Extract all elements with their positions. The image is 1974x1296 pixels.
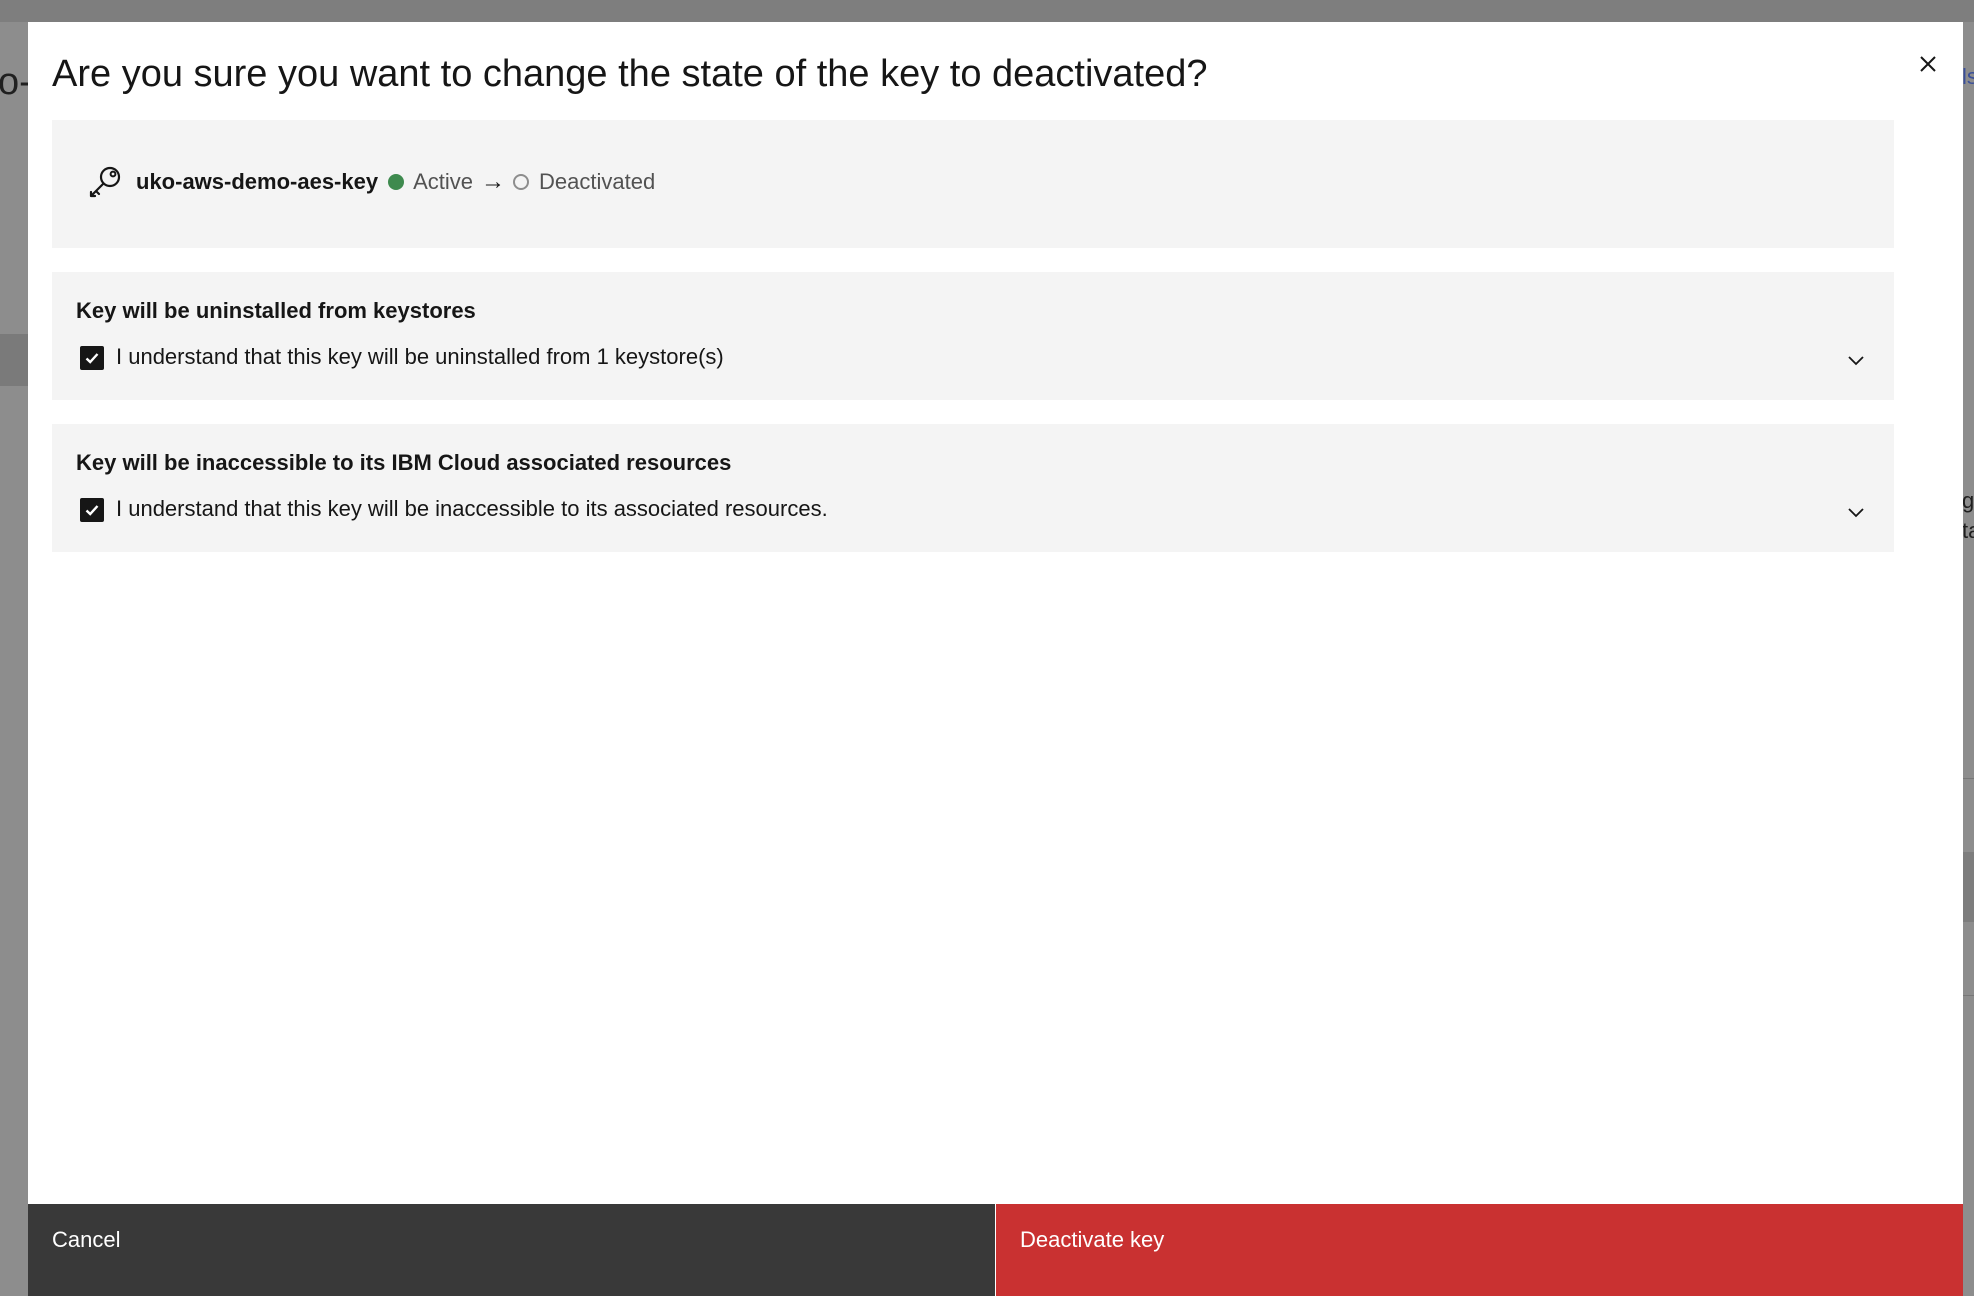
expand-inaccessible-details-button[interactable]: [1844, 500, 1868, 524]
modal-footer: Cancel Deactivate key: [28, 1204, 1963, 1296]
acknowledgement-uninstall-panel: Key will be uninstalled from keystores I…: [52, 272, 1894, 400]
arrow-right-icon: →: [481, 168, 506, 195]
inaccessible-acknowledge-checkbox[interactable]: [80, 498, 104, 522]
active-status-dot: [388, 174, 405, 190]
checkmark-icon: [85, 505, 99, 516]
key-summary-panel: uko-aws-demo-aes-key Active → Deactivate…: [52, 120, 1894, 248]
target-state: Deactivated: [539, 169, 656, 194]
background-side-text: g ta: [1962, 486, 1974, 546]
key-name: uko-aws-demo-aes-key: [136, 169, 379, 194]
background-header: [0, 0, 1974, 22]
close-icon: [1920, 56, 1936, 72]
acknowledgement-heading: Key will be uninstalled from keystores: [76, 298, 476, 323]
background-divider: [1963, 995, 1974, 996]
modal-title: Are you sure you want to change the stat…: [52, 53, 1208, 95]
close-button[interactable]: [1908, 44, 1948, 84]
cancel-button-label: Cancel: [52, 1227, 121, 1252]
current-state: Active: [413, 169, 474, 194]
inaccessible-acknowledge-label[interactable]: I understand that this key will be inacc…: [116, 494, 828, 524]
background-link: ls: [1962, 64, 1974, 89]
background-row: [0, 334, 28, 386]
key-state-transition: uko-aws-demo-aes-key Active → Deactivate…: [136, 166, 655, 198]
cancel-button[interactable]: Cancel: [28, 1204, 995, 1296]
acknowledgement-inaccessible-panel: Key will be inaccessible to its IBM Clou…: [52, 424, 1894, 552]
chevron-down-icon: [1848, 508, 1864, 518]
chevron-down-icon: [1848, 356, 1864, 366]
background-divider: [1963, 778, 1974, 779]
deactivate-key-button-label: Deactivate key: [1020, 1227, 1165, 1252]
deactivate-key-modal: Are you sure you want to change the stat…: [28, 22, 1963, 1296]
expand-uninstall-details-button[interactable]: [1844, 348, 1868, 372]
checkmark-icon: [85, 353, 99, 364]
deactivated-status-dot: [513, 174, 530, 190]
uninstall-acknowledge-label[interactable]: I understand that this key will be unins…: [116, 342, 724, 372]
background-side-text-line: g: [1962, 488, 1974, 513]
key-icon: [89, 166, 121, 198]
background-block: [1963, 852, 1974, 922]
acknowledgement-heading: Key will be inaccessible to its IBM Clou…: [76, 450, 732, 475]
deactivate-key-button[interactable]: Deactivate key: [996, 1204, 1963, 1296]
uninstall-acknowledge-checkbox[interactable]: [80, 346, 104, 370]
background-side-text-line: ta: [1962, 518, 1974, 543]
